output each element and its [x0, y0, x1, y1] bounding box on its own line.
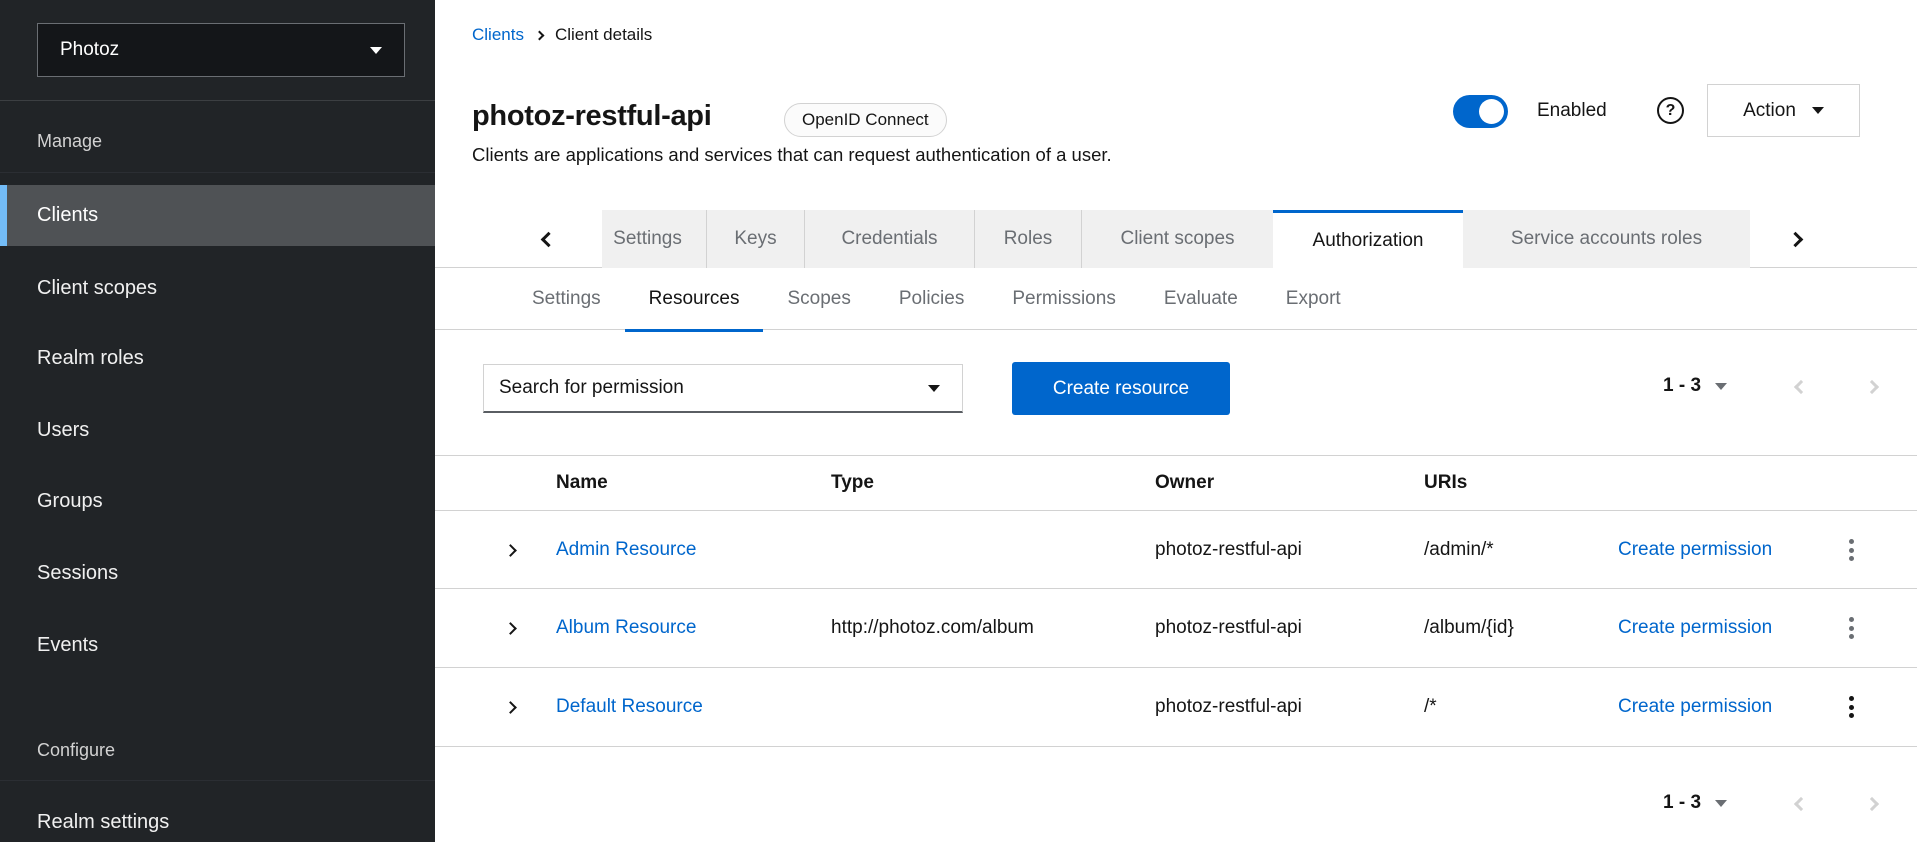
pagination-prev-button[interactable] — [1788, 374, 1814, 400]
sidebar-item-realm-roles[interactable]: Realm roles — [0, 328, 435, 388]
sidebar-divider — [0, 100, 435, 101]
chevron-down-icon — [928, 385, 940, 392]
subtab-policies[interactable]: Policies — [875, 270, 988, 330]
resource-type: http://photoz.com/album — [831, 589, 1034, 667]
subtab-permissions[interactable]: Permissions — [988, 270, 1139, 330]
sidebar-item-client-scopes[interactable]: Client scopes — [0, 258, 435, 318]
resource-name-link[interactable]: Album Resource — [556, 589, 696, 667]
search-permission-select[interactable]: Search for permission — [483, 364, 963, 413]
row-expand-button[interactable] — [497, 589, 523, 667]
pagination-range-dropdown[interactable]: 1 - 3 — [1663, 375, 1727, 397]
sidebar-section-manage: Manage — [37, 131, 102, 152]
breadcrumb-clients-link[interactable]: Clients — [472, 25, 524, 45]
tab-keys[interactable]: Keys — [707, 210, 805, 268]
breadcrumb-chevron-icon — [535, 31, 545, 41]
create-permission-link[interactable]: Create permission — [1618, 589, 1772, 667]
table-row: Default Resource photoz-restful-api /* C… — [435, 668, 1917, 747]
chevron-down-icon — [1715, 800, 1727, 807]
sidebar-divider — [0, 172, 435, 173]
tab-credentials[interactable]: Credentials — [805, 210, 975, 268]
subtab-evaluate[interactable]: Evaluate — [1140, 270, 1262, 330]
resource-name-link[interactable]: Admin Resource — [556, 512, 696, 588]
action-dropdown-button[interactable]: Action — [1707, 84, 1860, 137]
chevron-right-icon — [1865, 797, 1879, 811]
chevron-right-icon — [1865, 380, 1879, 394]
sidebar-item-groups[interactable]: Groups — [0, 471, 435, 531]
client-description: Clients are applications and services th… — [472, 144, 1112, 166]
chevron-down-icon — [1715, 383, 1727, 390]
resource-uris: /admin/* — [1424, 512, 1494, 588]
enabled-toggle[interactable] — [1453, 95, 1508, 128]
pagination-next-button[interactable] — [1859, 374, 1885, 400]
tab-scroll-right-button[interactable] — [1782, 210, 1808, 268]
tab-client-scopes[interactable]: Client scopes — [1082, 210, 1273, 268]
resource-owner: photoz-restful-api — [1155, 512, 1302, 588]
sidebar: Photoz Manage Clients Client scopes Real… — [0, 0, 435, 842]
resource-owner: photoz-restful-api — [1155, 668, 1302, 746]
sidebar-item-realm-settings[interactable]: Realm settings — [0, 792, 435, 852]
toggle-knob-icon — [1479, 99, 1504, 124]
column-header-uris: URIs — [1424, 455, 1467, 511]
search-permission-value: Search for permission — [499, 377, 684, 399]
sidebar-item-sessions[interactable]: Sessions — [0, 543, 435, 603]
subtab-settings[interactable]: Settings — [508, 270, 625, 330]
resource-name-link[interactable]: Default Resource — [556, 668, 703, 746]
breadcrumb: Clients Client details — [472, 25, 652, 45]
create-permission-link[interactable]: Create permission — [1618, 668, 1772, 746]
chevron-left-icon — [540, 231, 556, 247]
resource-owner: photoz-restful-api — [1155, 589, 1302, 667]
column-header-owner: Owner — [1155, 455, 1214, 511]
chevron-down-icon — [370, 47, 382, 54]
subtab-resources[interactable]: Resources — [625, 270, 764, 330]
sidebar-item-users[interactable]: Users — [0, 400, 435, 460]
table-row: Album Resource http://photoz.com/album p… — [435, 589, 1917, 668]
help-icon[interactable]: ? — [1657, 97, 1684, 124]
column-header-type: Type — [831, 455, 874, 511]
chevron-right-icon — [504, 622, 517, 635]
action-label: Action — [1743, 100, 1796, 122]
realm-selector-label: Photoz — [60, 39, 119, 61]
page-title: photoz-restful-api — [472, 100, 711, 133]
chevron-left-icon — [1794, 380, 1808, 394]
tab-authorization[interactable]: Authorization — [1273, 210, 1463, 268]
chevron-left-icon — [1794, 797, 1808, 811]
kebab-menu-icon[interactable] — [1840, 512, 1862, 588]
realm-selector[interactable]: Photoz — [37, 23, 405, 77]
table-header: Name Type Owner URIs — [435, 455, 1917, 511]
main-content: Clients Client details photoz-restful-ap… — [435, 0, 1917, 842]
authorization-subtabs: Settings Resources Scopes Policies Permi… — [435, 270, 1917, 330]
sidebar-item-events[interactable]: Events — [0, 615, 435, 675]
tab-settings[interactable]: Settings — [602, 210, 707, 268]
tab-service-accounts-roles[interactable]: Service accounts roles — [1463, 210, 1750, 268]
breadcrumb-current: Client details — [555, 25, 652, 45]
sidebar-section-configure: Configure — [37, 740, 115, 761]
pagination-prev-button[interactable] — [1788, 791, 1814, 817]
pagination-next-button[interactable] — [1859, 791, 1885, 817]
main-tabs: Settings Keys Credentials Roles Client s… — [435, 210, 1917, 268]
chevron-right-icon — [504, 544, 517, 557]
tab-scroll-left-button[interactable] — [535, 210, 561, 268]
column-header-name: Name — [556, 455, 608, 511]
protocol-badge: OpenID Connect — [784, 103, 947, 137]
resource-uris: /* — [1424, 668, 1437, 746]
subtab-scopes[interactable]: Scopes — [763, 270, 874, 330]
sidebar-divider — [0, 780, 435, 781]
kebab-menu-icon[interactable] — [1840, 589, 1862, 667]
table-row: Admin Resource photoz-restful-api /admin… — [435, 512, 1917, 589]
chevron-right-icon — [504, 701, 517, 714]
sidebar-item-clients[interactable]: Clients — [0, 185, 435, 246]
resource-uris: /album/{id} — [1424, 589, 1514, 667]
row-expand-button[interactable] — [497, 668, 523, 746]
subtab-export[interactable]: Export — [1262, 270, 1365, 330]
tab-roles[interactable]: Roles — [975, 210, 1082, 268]
create-permission-link[interactable]: Create permission — [1618, 512, 1772, 588]
create-resource-button[interactable]: Create resource — [1012, 362, 1230, 415]
pagination-range-dropdown[interactable]: 1 - 3 — [1663, 792, 1727, 814]
chevron-right-icon — [1787, 231, 1803, 247]
row-expand-button[interactable] — [497, 512, 523, 588]
chevron-down-icon — [1812, 107, 1824, 114]
enabled-label: Enabled — [1537, 100, 1607, 122]
kebab-menu-icon[interactable] — [1840, 668, 1862, 746]
